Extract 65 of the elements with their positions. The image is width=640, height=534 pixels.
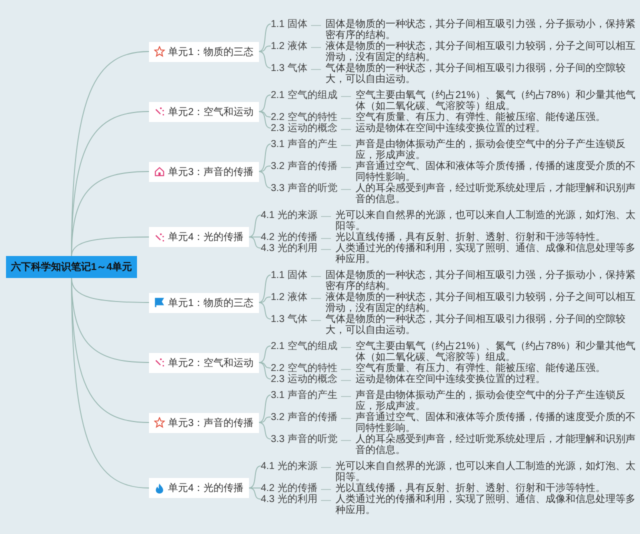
- subtopic-label[interactable]: 1.2 液体: [270, 40, 308, 52]
- magic-wand-icon: [154, 357, 166, 368]
- subtopic-label[interactable]: 1.1 固体: [270, 270, 308, 280]
- root-topic[interactable]: 六下科学知识笔记1～4单元: [6, 256, 138, 278]
- note-text: 人类通过光的传播和利用，实现了照明、通信、成像和信息处理等多种应用。: [335, 242, 636, 264]
- note-text: 固体是物质的一种状态，其分子间相互吸引力强，分子振动小，保持紧密有序的结构。: [325, 270, 636, 292]
- topic-node[interactable]: 单元2：空气和运动: [149, 102, 259, 122]
- topic-node[interactable]: 单元1：物质的三态: [149, 42, 259, 62]
- subtopic-label[interactable]: 3.3 声音的听觉: [270, 182, 338, 194]
- subtopic-label[interactable]: 2.1 空气的组成: [270, 90, 338, 100]
- topic-node[interactable]: 单元4：光的传播: [149, 227, 249, 247]
- subtopic-label[interactable]: 4.2 光的传播: [260, 232, 318, 242]
- topic-node[interactable]: 单元3：声音的传播: [149, 162, 259, 182]
- subtopic-label[interactable]: 2.2 空气的特性: [270, 362, 338, 374]
- note-text: 空气主要由氧气（约占21%）、氮气（约占78%）和少量其他气体（如二氧化碳、气溶胶等）组成。: [355, 90, 636, 112]
- subtopic-label[interactable]: 2.3 运动的概念: [270, 374, 338, 384]
- note-text: 声音通过空气、固体和液体等介质传播，传播的速度受介质的不同特性影响。: [355, 160, 636, 182]
- note-text: 光以直线传播，具有反射、折射、透射、衍射和干涉等特性。: [335, 232, 606, 242]
- note-text: 声音通过空气、固体和液体等介质传播，传播的速度受介质的不同特性影响。: [355, 412, 636, 434]
- subtopic-label[interactable]: 3.2 声音的传播: [270, 160, 338, 172]
- subtopic-label[interactable]: 1.3 气体: [270, 314, 308, 324]
- note-text: 固体是物质的一种状态，其分子间相互吸引力强，分子振动小，保持紧密有序的结构。: [325, 18, 636, 40]
- magic-wand-icon: [154, 232, 166, 242]
- flame-icon: [154, 482, 166, 494]
- note-text: 人的耳朵感受到声音，经过听觉系统处理后，才能理解和识别声音的信息。: [355, 182, 636, 204]
- subtopic-label[interactable]: 1.2 液体: [270, 292, 308, 302]
- note-text: 液体是物质的一种状态，其分子间相互吸引力较弱，分子之间可以相互滑动，没有固定的结构。: [325, 292, 636, 314]
- star-icon: [154, 417, 166, 428]
- note-text: 光可以来自自然界的光源，也可以来自人工制造的光源，如灯泡、太阳等。: [335, 460, 636, 482]
- note-text: 运动是物体在空间中连续变换位置的过程。: [355, 122, 546, 134]
- flag-icon: [154, 297, 166, 308]
- house-icon: [154, 166, 166, 177]
- note-text: 光以直线传播，具有反射、折射、透射、衍射和干涉等特性。: [335, 482, 606, 494]
- topic-node[interactable]: 单元2：空气和运动: [149, 352, 259, 372]
- star-icon: [154, 46, 166, 57]
- topic-node[interactable]: 单元4：光的传播: [149, 478, 249, 498]
- magic-wand-icon: [154, 106, 166, 117]
- note-text: 人类通过光的传播和利用，实现了照明、通信、成像和信息处理等多种应用。: [335, 494, 636, 516]
- note-text: 声音是由物体振动产生的，振动会使空气中的分子产生连锁反应，形成声波。: [355, 390, 626, 412]
- note-text: 空气有质量、有压力、有弹性、能被压缩、能传递压强。: [355, 362, 606, 374]
- subtopic-label[interactable]: 2.3 运动的概念: [270, 122, 338, 134]
- note-text: 空气主要由氧气（约占21%）、氮气（约占78%）和少量其他气体（如二氧化碳、气溶胶等）组成。: [355, 340, 636, 362]
- topic-node[interactable]: 单元3：声音的传播: [149, 412, 259, 432]
- subtopic-label[interactable]: 4.1 光的来源: [260, 460, 318, 472]
- subtopic-label[interactable]: 4.3 光的利用: [260, 494, 318, 504]
- note-text: 声音是由物体振动产生的，振动会使空气中的分子产生连锁反应，形成声波。: [355, 138, 626, 160]
- subtopic-label[interactable]: 2.2 空气的特性: [270, 112, 338, 122]
- note-text: 人的耳朵感受到声音，经过听觉系统处理后，才能理解和识别声音的信息。: [355, 434, 636, 456]
- note-text: 运动是物体在空间中连续变换位置的过程。: [355, 374, 546, 384]
- note-text: 气体是物质的一种状态，其分子间相互吸引力很弱，分子间的空隙较大，可以自由运动。: [325, 314, 626, 336]
- subtopic-label[interactable]: 3.1 声音的产生: [270, 390, 338, 400]
- subtopic-label[interactable]: 2.1 空气的组成: [270, 340, 338, 352]
- subtopic-label[interactable]: 4.1 光的来源: [260, 210, 318, 220]
- subtopic-label[interactable]: 1.3 气体: [270, 62, 308, 74]
- subtopic-label[interactable]: 3.3 声音的听觉: [270, 434, 338, 444]
- note-text: 气体是物质的一种状态，其分子间相互吸引力很弱，分子间的空隙较大，可以自由运动。: [325, 62, 626, 84]
- subtopic-label[interactable]: 3.1 声音的产生: [270, 138, 338, 150]
- subtopic-label[interactable]: 4.2 光的传播: [260, 482, 318, 494]
- subtopic-label[interactable]: 4.3 光的利用: [260, 242, 318, 254]
- note-text: 液体是物质的一种状态，其分子间相互吸引力较弱，分子之间可以相互滑动，没有固定的结构。: [325, 40, 636, 62]
- subtopic-label[interactable]: 3.2 声音的传播: [270, 412, 338, 422]
- note-text: 空气有质量、有压力、有弹性、能被压缩、能传递压强。: [355, 112, 606, 122]
- topic-node[interactable]: 单元1：物质的三态: [149, 292, 259, 312]
- note-text: 光可以来自自然界的光源，也可以来自人工制造的光源，如灯泡、太阳等。: [335, 210, 636, 232]
- subtopic-label[interactable]: 1.1 固体: [270, 18, 308, 30]
